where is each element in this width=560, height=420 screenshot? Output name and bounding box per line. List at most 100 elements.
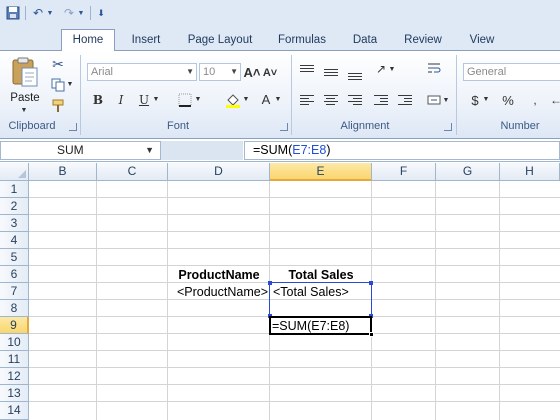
row-header-12[interactable]: 12	[0, 368, 29, 385]
align-left-icon[interactable]	[300, 95, 314, 107]
column-header-b[interactable]: B	[29, 163, 97, 181]
font-size-combo[interactable]: 10 ▼	[199, 63, 241, 81]
column-header-h[interactable]: H	[500, 163, 560, 181]
redo-dropdown-icon[interactable]: ▼	[76, 4, 86, 22]
row-header-3[interactable]: 3	[0, 215, 29, 232]
tab-view[interactable]: View	[460, 30, 504, 51]
row-header-5[interactable]: 5	[0, 249, 29, 266]
paste-dropdown-icon[interactable]: ▼	[18, 105, 30, 115]
top-align-icon[interactable]	[300, 65, 314, 74]
bold-icon[interactable]: B	[90, 91, 106, 109]
bottom-align-icon[interactable]	[348, 73, 362, 82]
increase-indent-icon[interactable]	[398, 95, 412, 107]
cell-d6[interactable]: ProductName	[168, 267, 270, 283]
cell-d7[interactable]: <ProductName>	[170, 284, 268, 300]
save-icon[interactable]	[4, 4, 22, 22]
decrease-indent-icon[interactable]	[374, 95, 388, 107]
chevron-down-icon: ▼	[186, 67, 194, 76]
font-group-label: Font	[166, 120, 189, 132]
row-header-1[interactable]: 1	[0, 181, 29, 198]
cell-e9[interactable]: =SUM(E7:E8)	[272, 318, 349, 334]
gridline	[29, 384, 560, 385]
tab-page-layout[interactable]: Page Layout	[180, 30, 260, 51]
font-color-icon[interactable]: A	[258, 89, 274, 109]
paste-button[interactable]: Paste	[6, 91, 44, 105]
row-header-7[interactable]: 7	[0, 283, 29, 300]
font-name-combo[interactable]: Arial ▼	[87, 63, 197, 81]
number-group-label: Number	[500, 120, 540, 132]
row-header-11[interactable]: 11	[0, 351, 29, 368]
currency-dropdown-icon[interactable]: ▼	[482, 93, 490, 105]
grow-font-icon[interactable]: A˄	[244, 63, 261, 81]
fill-handle[interactable]	[369, 332, 374, 337]
row-header-8[interactable]: 8	[0, 300, 29, 317]
fill-color-icon[interactable]	[224, 91, 242, 109]
column-header-c[interactable]: C	[97, 163, 168, 181]
row-header-10[interactable]: 10	[0, 334, 29, 351]
formula-bar-buttons-area	[161, 141, 243, 160]
merge-center-icon[interactable]	[426, 91, 442, 109]
formula-input[interactable]: =SUM(E7:E8)	[244, 141, 560, 160]
alignment-launcher-icon[interactable]	[444, 123, 452, 131]
gridline	[29, 367, 560, 368]
row-header-13[interactable]: 13	[0, 385, 29, 402]
borders-icon[interactable]	[176, 91, 194, 109]
chevron-down-icon[interactable]: ▼	[145, 142, 154, 159]
tab-data[interactable]: Data	[344, 30, 386, 51]
select-all-corner[interactable]	[0, 163, 29, 181]
ribbon-home: Paste ▼ ✂ ▼ Clipboard Arial ▼ 10 ▼ A˄ A˅ B…	[0, 51, 560, 139]
copy-icon[interactable]	[49, 76, 67, 94]
font-launcher-icon[interactable]	[280, 123, 288, 131]
borders-dropdown-icon[interactable]: ▼	[194, 93, 202, 105]
comma-style-icon[interactable]: ,	[528, 91, 542, 109]
merge-dropdown-icon[interactable]: ▼	[442, 95, 450, 105]
currency-button[interactable]: $	[468, 91, 482, 109]
customize-toolbar-icon[interactable]: ⬇	[94, 4, 108, 22]
column-header-d[interactable]: D	[168, 163, 270, 181]
row-header-4[interactable]: 4	[0, 232, 29, 249]
percent-button[interactable]: %	[500, 91, 516, 109]
italic-icon[interactable]: I	[113, 91, 129, 109]
wrap-text-icon[interactable]	[426, 59, 442, 77]
row-header-14[interactable]: 14	[0, 402, 29, 420]
number-format-combo[interactable]: General	[463, 63, 560, 81]
align-center-icon[interactable]	[324, 95, 338, 107]
column-header-e[interactable]: E	[270, 163, 372, 181]
gridline	[29, 214, 560, 215]
cell-e6[interactable]: Total Sales	[270, 267, 372, 283]
underline-dropdown-icon[interactable]: ▼	[152, 93, 160, 105]
increase-decimal-icon[interactable]: ←	[550, 91, 560, 109]
underline-icon[interactable]: U	[136, 91, 152, 109]
gridline	[29, 231, 560, 232]
row-header-9[interactable]: 9	[0, 317, 29, 334]
tab-formulas[interactable]: Formulas	[270, 30, 334, 51]
format-painter-icon[interactable]	[49, 97, 67, 115]
cell-e7[interactable]: <Total Sales>	[273, 284, 371, 300]
column-header-f[interactable]: F	[372, 163, 436, 181]
tab-insert[interactable]: Insert	[122, 30, 170, 51]
shrink-font-icon[interactable]: A˅	[262, 65, 278, 81]
gridline	[29, 350, 560, 351]
orientation-dropdown-icon[interactable]: ▼	[388, 63, 396, 75]
name-box-value: SUM	[57, 143, 84, 157]
copy-dropdown-icon[interactable]: ▼	[66, 79, 74, 89]
name-box[interactable]: SUM ▼	[0, 141, 161, 160]
cut-icon[interactable]: ✂	[49, 55, 67, 73]
undo-dropdown-icon[interactable]: ▼	[45, 4, 55, 22]
row-header-2[interactable]: 2	[0, 198, 29, 215]
paste-icon[interactable]	[8, 55, 42, 89]
tab-home[interactable]: Home	[61, 29, 115, 51]
fill-color-dropdown-icon[interactable]: ▼	[242, 93, 250, 105]
clipboard-launcher-icon[interactable]	[69, 123, 77, 131]
column-header-g[interactable]: G	[436, 163, 500, 181]
active-cell-e9[interactable]: =SUM(E7:E8)	[269, 316, 374, 337]
quick-access-toolbar: ↶ ▼ ↷ ▼ ⬇	[0, 0, 560, 28]
font-color-dropdown-icon[interactable]: ▼	[274, 93, 282, 105]
tab-review[interactable]: Review	[396, 30, 450, 51]
font-size-value: 10	[203, 66, 216, 78]
align-right-icon[interactable]	[348, 95, 362, 107]
middle-align-icon[interactable]	[324, 69, 338, 78]
row-header-6[interactable]: 6	[0, 266, 29, 283]
formula-suffix: )	[326, 143, 331, 157]
worksheet-grid[interactable]: B C D E F G H 1 2 3 4 5 6 7 8 9 10 11 12…	[0, 163, 560, 420]
